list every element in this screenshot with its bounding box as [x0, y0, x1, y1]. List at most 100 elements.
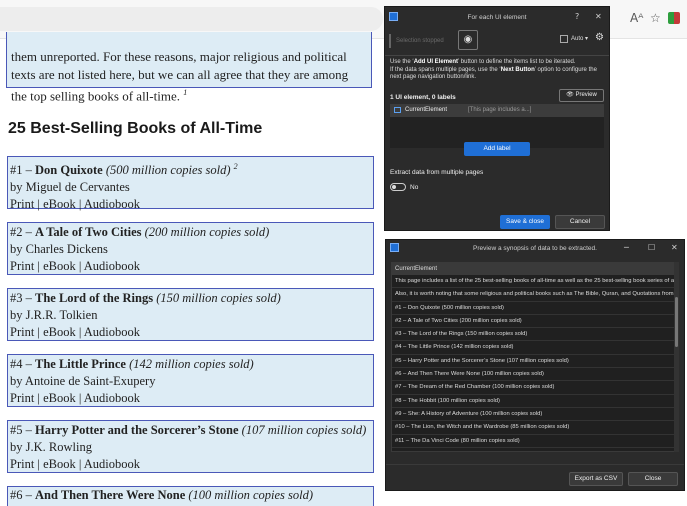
export-csv-button[interactable]: Export as CSV: [569, 472, 623, 486]
toggle-state-label: No: [410, 184, 419, 191]
extract-multiple-pages-toggle[interactable]: [390, 183, 406, 191]
extract-multiple-pages-label: Extract data from multiple pages: [390, 169, 484, 176]
table-row[interactable]: #5 – Harry Potter and the Sorcerer’s Sto…: [392, 355, 678, 369]
element-value: [This page includes a...]: [468, 107, 532, 113]
table-row[interactable]: #8 – The Hobbit (100 million copies sold…: [392, 395, 678, 408]
list-item[interactable]: CurrentElement [This page includes a...]: [390, 104, 604, 117]
book-formats[interactable]: Print | eBook | Audiobook: [10, 258, 371, 275]
reader-view-icon[interactable]: Aᴬ: [630, 11, 643, 25]
table-row[interactable]: #12 – Think and Grow Rich (70 million co…: [392, 448, 678, 452]
element-count-label: 1 UI element, 0 labels: [390, 94, 456, 101]
intro-text: them unreported. For these reasons, majo…: [11, 49, 349, 104]
table-row[interactable]: #4 – The Little Prince (142 million copi…: [392, 341, 678, 355]
dialog-title-bar: For each UI element ? ✕: [385, 7, 609, 27]
ui-element-icon: [394, 107, 401, 113]
book-rank: #1 –: [10, 163, 35, 178]
book-card: #5 – Harry Potter and the Sorcerer’s Sto…: [7, 420, 374, 473]
book-heading: #5 – Harry Potter and the Sorcerer’s Sto…: [10, 422, 371, 439]
table-row[interactable]: This page includes a list of the 25 best…: [392, 275, 678, 289]
help-text: Use the ‘Add UI Element’ button to defin…: [390, 59, 606, 82]
auto-mode-icon[interactable]: [560, 35, 568, 43]
book-author: by Antoine de Saint-Exupery: [10, 374, 156, 388]
auto-label: Auto: [571, 36, 584, 42]
book-card: #2 – A Tale of Two Cities (200 million c…: [7, 222, 374, 275]
for-each-ui-element-dialog: For each UI element ? ✕ Selection stoppe…: [384, 6, 610, 231]
cancel-button[interactable]: Cancel: [555, 215, 605, 229]
scrollbar-thumb[interactable]: [675, 297, 678, 347]
book-author: by Miguel de Cervantes: [10, 180, 130, 195]
help-text-part: Use the ‘: [390, 59, 414, 65]
favorite-star-icon[interactable]: ☆: [650, 11, 661, 25]
footnote-link[interactable]: 1: [183, 88, 187, 97]
book-copies: (107 million copies sold): [241, 423, 367, 437]
help-text-part: If the data spans multiple pages, use th…: [390, 66, 501, 73]
close-icon[interactable]: ✕: [595, 12, 602, 21]
book-formats[interactable]: Print | eBook | Audiobook: [10, 456, 371, 473]
table-row[interactable]: #11 – The Da Vinci Code (80 million copi…: [392, 435, 678, 448]
book-rank: #5 –: [10, 423, 35, 437]
preview-data-grid[interactable]: CurrentElement This page includes a list…: [391, 262, 679, 452]
gear-icon[interactable]: ⚙: [595, 32, 604, 43]
help-text-part: ’ button to define the items list to be …: [458, 59, 576, 65]
help-text-bold: Next Button: [500, 66, 535, 73]
help-button[interactable]: ?: [575, 12, 579, 21]
book-heading: #3 – The Lord of the Rings (150 million …: [10, 290, 371, 307]
book-rank: #4 –: [10, 357, 35, 371]
column-header[interactable]: CurrentElement: [392, 263, 678, 275]
preview-label: Preview: [575, 92, 597, 98]
dialog-title-bar: Preview a synopsis of data to be extract…: [386, 240, 684, 256]
book-formats[interactable]: Print | eBook | Audiobook: [10, 390, 371, 407]
footnote-link[interactable]: 2: [234, 162, 238, 171]
book-title: The Little Prince: [35, 357, 126, 371]
book-author: by J.K. Rowling: [10, 440, 92, 454]
book-card: #3 – The Lord of the Rings (150 million …: [7, 288, 374, 341]
table-row[interactable]: #1 – Don Quixote (500 million copies sol…: [392, 302, 678, 315]
table-row[interactable]: #6 – And Then There Were None (100 milli…: [392, 368, 678, 382]
element-name: CurrentElement: [405, 107, 448, 113]
help-text-bold: Add UI Element: [413, 59, 459, 65]
book-copies: (500 million copies sold): [105, 163, 231, 178]
book-card: #1 – Don Quixote (500 million copies sol…: [7, 156, 374, 211]
close-button[interactable]: Close: [628, 472, 678, 486]
minimize-icon[interactable]: ─: [624, 243, 629, 252]
book-rank: #2 –: [10, 225, 35, 239]
table-row[interactable]: #3 – The Lord of the Rings (150 million …: [392, 328, 678, 342]
book-heading: #4 – The Little Prince (142 million copi…: [10, 356, 371, 373]
book-card: #6 – And Then There Were None (100 milli…: [7, 486, 374, 506]
book-heading: #2 – A Tale of Two Cities (200 million c…: [10, 224, 371, 241]
auto-select[interactable]: Auto ▾: [571, 35, 588, 42]
book-title: Harry Potter and the Sorcerer’s Stone: [35, 423, 239, 437]
table-row[interactable]: #10 – The Lion, the Witch and the Wardro…: [392, 421, 678, 435]
book-formats[interactable]: Print | eBook | Audiobook: [10, 196, 371, 213]
book-card: #4 – The Little Prince (142 million copi…: [7, 354, 374, 407]
address-bar[interactable]: [0, 7, 383, 31]
maximize-icon[interactable]: ☐: [648, 243, 655, 252]
save-close-button[interactable]: Save & close: [500, 215, 550, 229]
book-formats[interactable]: Print | eBook | Audiobook: [10, 324, 371, 341]
book-rank: #3 –: [10, 291, 35, 305]
book-title: A Tale of Two Cities: [35, 225, 142, 239]
book-heading: #1 – Don Quixote (500 million copies sol…: [10, 158, 371, 179]
book-title: The Lord of the Rings: [35, 291, 154, 305]
section-title: 25 Best-Selling Books of All-Time: [8, 120, 263, 137]
table-row[interactable]: #7 – The Dream of the Red Chamber (100 m…: [392, 381, 678, 395]
table-row[interactable]: Also, it is worth noting that some relig…: [392, 288, 678, 302]
table-row[interactable]: #9 – She: A History of Adventure (100 mi…: [392, 408, 678, 422]
book-copies: (150 million copies sold): [156, 291, 281, 305]
add-label-button[interactable]: Add label: [464, 142, 530, 156]
book-author: by Charles Dickens: [10, 242, 108, 256]
book-author: by J.R.R. Tolkien: [10, 308, 98, 322]
book-copies: (142 million copies sold): [129, 357, 254, 371]
dialog-title: Preview a synopsis of data to be extract…: [473, 245, 597, 252]
book-copies: (200 million copies sold): [144, 225, 270, 239]
preview-button[interactable]: 👁 Preview: [559, 89, 604, 102]
table-row[interactable]: #2 – A Tale of Two Cities (200 million c…: [392, 315, 678, 329]
intro-paragraph-card: them unreported. For these reasons, majo…: [6, 32, 372, 103]
divider: [386, 464, 684, 465]
vertical-scrollbar[interactable]: [674, 262, 679, 452]
preview-data-dialog: Preview a synopsis of data to be extract…: [385, 239, 685, 491]
eye-icon[interactable]: ◉: [458, 30, 478, 50]
selection-status: Selection stopped: [389, 34, 462, 48]
extension-icon[interactable]: [668, 12, 680, 24]
close-icon[interactable]: ✕: [671, 243, 678, 252]
